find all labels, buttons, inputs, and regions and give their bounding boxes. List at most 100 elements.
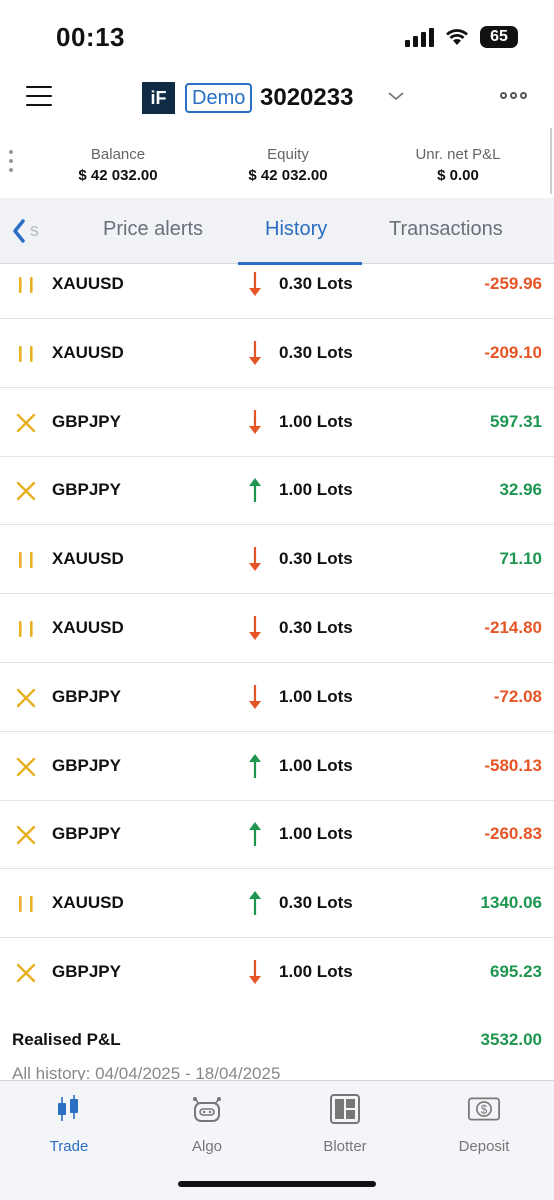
arrow-down-icon (246, 683, 264, 711)
nav-blotter-label: Blotter (323, 1138, 367, 1155)
brand-logo: iF (142, 82, 175, 114)
cross-icon (16, 413, 36, 433)
row-lots: 1.00 Lots (279, 824, 353, 844)
realised-pnl-label: Realised P&L (12, 1030, 121, 1049)
nav-trade[interactable]: Trade (19, 1093, 119, 1155)
row-symbol: XAUUSD (52, 549, 124, 569)
history-row[interactable]: XAUUSD 0.30 Lots 71.10 (0, 526, 554, 595)
row-symbol: XAUUSD (52, 274, 124, 293)
scroll-indicator (550, 128, 552, 194)
cellular-signal-icon (405, 27, 434, 47)
pause-icon (16, 894, 36, 914)
cross-icon (16, 481, 36, 501)
row-lots: 1.00 Lots (279, 962, 353, 981)
row-lots: 0.30 Lots (279, 618, 353, 637)
dollar-bill-icon: $ (468, 1097, 500, 1121)
demo-badge: Demo (185, 83, 253, 113)
robot-icon (193, 1097, 221, 1122)
history-row[interactable]: XAUUSD 0.30 Lots 1340.06 (0, 870, 554, 939)
nav-blotter[interactable]: Blotter (295, 1093, 395, 1155)
balance-summary: Balance $ 42 032.00 (43, 146, 193, 184)
row-pnl: 71.10 (499, 549, 542, 569)
equity-value: $ 42 032.00 (248, 167, 328, 184)
tab-bar: s Price alerts History Transactions (0, 198, 554, 264)
equity-label: Equity (267, 146, 309, 163)
row-pnl: 32.96 (499, 480, 542, 500)
arrow-up-icon (246, 820, 264, 848)
history-row[interactable]: GBPJPY 1.00 Lots 32.96 (0, 457, 554, 526)
cross-icon (16, 825, 36, 845)
row-symbol: GBPJPY (52, 755, 121, 775)
history-row[interactable]: GBPJPY 1.00 Lots -72.08 (0, 663, 554, 732)
tab-history[interactable]: History (265, 218, 327, 241)
svg-text:$: $ (481, 1104, 488, 1116)
nav-algo[interactable]: Algo (157, 1093, 257, 1155)
cross-icon (16, 688, 36, 708)
row-pnl: -209.10 (484, 342, 542, 362)
arrow-down-icon (246, 958, 264, 986)
more-options-icon[interactable] (500, 92, 527, 99)
history-row[interactable]: GBPJPY 1.00 Lots 695.23 (0, 939, 554, 1005)
history-row[interactable]: XAUUSD 0.30 Lots -214.80 (0, 595, 554, 663)
wifi-icon (446, 29, 468, 45)
hamburger-menu-icon[interactable] (26, 86, 52, 106)
arrow-down-icon (246, 545, 264, 573)
row-symbol: XAUUSD (52, 342, 124, 362)
account-number[interactable]: 3020233 (260, 84, 353, 112)
blotter-icon (330, 1094, 360, 1124)
history-row[interactable]: GBPJPY 1.00 Lots -580.13 (0, 732, 554, 801)
row-symbol: GBPJPY (52, 480, 121, 500)
arrow-up-icon (246, 752, 264, 780)
history-row[interactable]: XAUUSD 0.30 Lots -209.10 (0, 319, 554, 388)
arrow-up-icon (246, 889, 264, 917)
arrow-down-icon (246, 408, 264, 436)
row-symbol: GBPJPY (52, 824, 121, 844)
status-bar: 00:13 65 (0, 0, 554, 70)
candlestick-icon (58, 1095, 78, 1121)
unrealised-pnl-label: Unr. net P&L (415, 146, 501, 163)
balance-value: $ 42 032.00 (78, 167, 158, 184)
row-pnl: 695.23 (490, 962, 542, 981)
history-row[interactable]: GBPJPY 1.00 Lots -260.83 (0, 801, 554, 870)
nav-deposit-label: Deposit (458, 1138, 510, 1155)
history-row[interactable]: XAUUSD 0.30 Lots -259.96 (0, 265, 554, 319)
chevron-down-icon[interactable] (386, 86, 406, 106)
equity-summary: Equity $ 42 032.00 (213, 146, 363, 184)
tab-partial-label[interactable]: s (30, 220, 39, 241)
row-symbol: GBPJPY (52, 411, 121, 431)
nav-trade-label: Trade (49, 1138, 89, 1155)
row-pnl: -214.80 (484, 618, 542, 637)
arrow-down-icon (246, 614, 264, 642)
row-symbol: GBPJPY (52, 686, 121, 706)
arrow-down-icon (246, 270, 264, 298)
realised-pnl-value: 3532.00 (480, 1030, 542, 1049)
row-lots: 1.00 Lots (279, 480, 353, 500)
row-pnl: -260.83 (484, 824, 542, 844)
history-row[interactable]: GBPJPY 1.00 Lots 597.31 (0, 388, 554, 457)
row-symbol: XAUUSD (52, 893, 124, 913)
tab-transactions[interactable]: Transactions (389, 218, 503, 241)
row-lots: 1.00 Lots (279, 686, 353, 706)
status-icons: 65 (405, 24, 518, 50)
nav-deposit[interactable]: $ Deposit (434, 1093, 534, 1155)
status-time: 00:13 (56, 22, 125, 52)
pause-icon (16, 550, 36, 570)
pause-icon (16, 619, 36, 639)
row-symbol: XAUUSD (52, 618, 124, 637)
row-pnl: 597.31 (490, 411, 542, 431)
tab-price-alerts[interactable]: Price alerts (103, 218, 203, 241)
pause-icon (16, 344, 36, 364)
cross-icon (16, 757, 36, 777)
row-lots: 0.30 Lots (279, 893, 353, 913)
app-header: iF Demo 3020233 (0, 72, 554, 126)
row-lots: 1.00 Lots (279, 755, 353, 775)
row-pnl: 1340.06 (480, 893, 542, 913)
history-list[interactable]: XAUUSD 0.30 Lots -259.96 XAUUSD 0.30 Lots -20… (0, 265, 554, 1005)
arrow-down-icon (246, 339, 264, 367)
row-symbol: GBPJPY (52, 962, 121, 981)
drag-handle-icon[interactable] (9, 150, 13, 177)
row-pnl: -259.96 (484, 274, 542, 293)
row-lots: 0.30 Lots (279, 549, 353, 569)
nav-algo-label: Algo (191, 1138, 223, 1155)
unrealised-pnl-summary: Unr. net P&L $ 0.00 (383, 146, 533, 184)
